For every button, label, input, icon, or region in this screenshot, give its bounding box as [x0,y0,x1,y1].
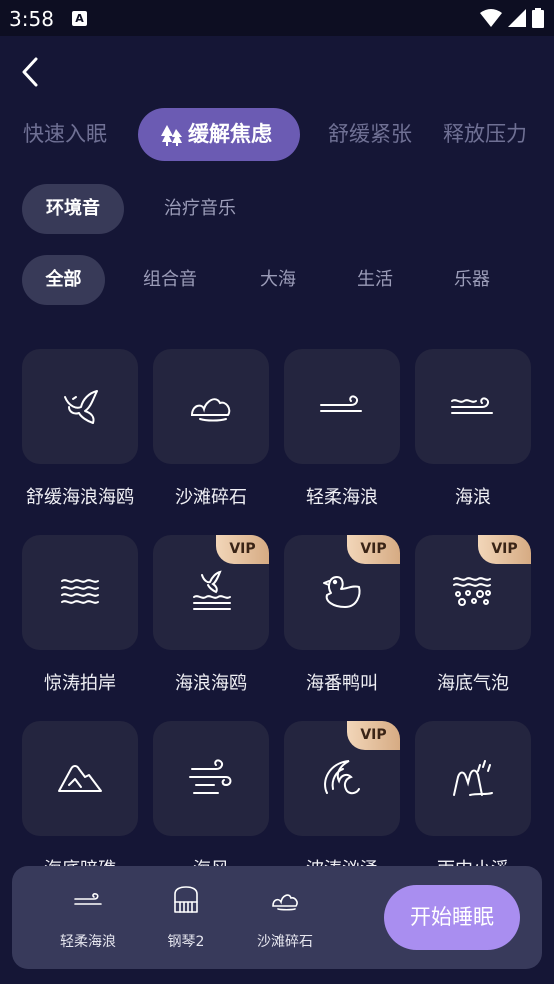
tile-box [284,349,400,464]
status-icons [480,8,544,28]
filter-sea[interactable]: 大海 [243,255,313,305]
tile-box [415,349,531,464]
sound-grid: 舒缓海浪海鸥 沙滩碎石 轻柔海浪 海浪 惊涛拍岸 VIP 海浪海鸥 VIP 海番… [22,349,532,866]
trees-icon [161,125,182,146]
seagull-icon [64,390,98,424]
player-item-label: 钢琴2 [167,934,205,950]
filter-all[interactable]: 全部 [22,255,105,305]
tile-box: VIP [153,535,269,650]
sound-label: 海底暗礁 [22,855,144,866]
status-bar: 3:58 A [0,0,554,36]
sound-tile[interactable]: 海底暗礁 [22,721,138,866]
tile-box: VIP [284,721,400,836]
vip-badge: VIP [347,535,400,564]
tile-box [415,721,531,836]
gentle-wave-icon [320,395,362,412]
category-tabs: 快速入眠 缓解焦虑 舒缓紧张 释放压力 [0,108,554,164]
player-item-label: 沙滩碎石 [257,934,313,950]
sound-label: 雨中小溪 [409,855,532,866]
sound-tile[interactable]: VIP 海浪海鸥 [153,535,269,715]
sound-tile[interactable]: 海风 [153,721,269,866]
signal-icon [508,9,526,27]
tab-ease-tension[interactable]: 舒缓紧张 [328,108,412,161]
filter-chips: 全部 组合音 大海 生活 乐器 [0,255,554,307]
tab-therapy-music[interactable]: 治疗音乐 [145,184,255,234]
wifi-icon [480,9,502,27]
filter-combo[interactable]: 组合音 [125,255,215,305]
tab-relieve-anxiety[interactable]: 缓解焦虑 [138,108,300,161]
sound-tile[interactable]: 海浪 [415,349,531,529]
sound-tile[interactable]: 轻柔海浪 [284,349,400,529]
sub-tabs: 环境音 治疗音乐 [0,184,554,236]
sound-label: 舒缓海浪海鸥 [26,487,134,508]
rain-stream-icon [453,760,493,796]
tile-box [153,721,269,836]
duck-icon [323,576,361,608]
sound-tile[interactable]: VIP 波涛汹涌 [284,721,400,866]
sound-label: 轻柔海浪 [306,487,378,508]
gentle-wave-icon [74,893,102,905]
sound-label: 海番鸭叫 [306,673,378,694]
sound-label: 惊涛拍岸 [44,673,116,694]
stones-icon [190,398,231,422]
start-sleep-button[interactable]: 开始睡眠 [384,885,520,950]
player-item-label: 轻柔海浪 [60,934,116,950]
sound-label: 沙滩碎石 [175,487,247,508]
sound-label: 海风 [147,855,275,866]
tile-box [22,349,138,464]
reef-icon [58,765,102,792]
tile-box [22,535,138,650]
sound-tile[interactable]: 沙滩碎石 [153,349,269,529]
player-item[interactable]: 轻柔海浪 [48,884,128,954]
player-item[interactable]: 沙滩碎石 [245,884,325,954]
wave-icon [451,397,493,414]
tab-fast-sleep[interactable]: 快速入眠 [23,108,107,161]
sound-tile[interactable]: VIP 海底气泡 [415,535,531,715]
seagull-waves-icon [193,570,231,610]
vip-badge: VIP [478,535,531,564]
sound-tile[interactable]: 雨中小溪 [415,721,531,866]
status-time: 3:58 [9,7,54,31]
piano-icon [174,886,198,913]
back-button[interactable] [14,55,48,89]
sound-label: 海底气泡 [437,673,509,694]
sound-label: 海浪 [455,487,491,508]
sound-tile[interactable]: 惊涛拍岸 [22,535,138,715]
vip-badge: VIP [347,721,400,750]
bubbles-icon [453,577,491,606]
filter-instrument[interactable]: 乐器 [437,255,507,305]
tile-box: VIP [284,535,400,650]
sound-label: 波涛汹涌 [278,855,406,866]
filter-life[interactable]: 生活 [340,255,410,305]
tile-box [22,721,138,836]
player-bar: 轻柔海浪 钢琴2 沙滩碎石 开始睡眠 [12,866,542,969]
rough-sea-icon [324,760,360,795]
tile-box [153,349,269,464]
sound-tile[interactable]: VIP 海番鸭叫 [284,535,400,715]
stones-icon [272,894,298,911]
crashing-waves-icon [61,579,99,604]
player-item[interactable]: 钢琴2 [146,884,226,954]
notification-icon: A [72,11,87,26]
tab-release-stress[interactable]: 释放压力 [443,108,527,161]
wind-icon [189,759,232,794]
vip-badge: VIP [216,535,269,564]
sound-tile[interactable]: 舒缓海浪海鸥 [22,349,138,529]
battery-icon [532,8,544,28]
tab-ambient-sound[interactable]: 环境音 [22,184,124,234]
tile-box: VIP [415,535,531,650]
sound-label: 海浪海鸥 [175,673,247,694]
